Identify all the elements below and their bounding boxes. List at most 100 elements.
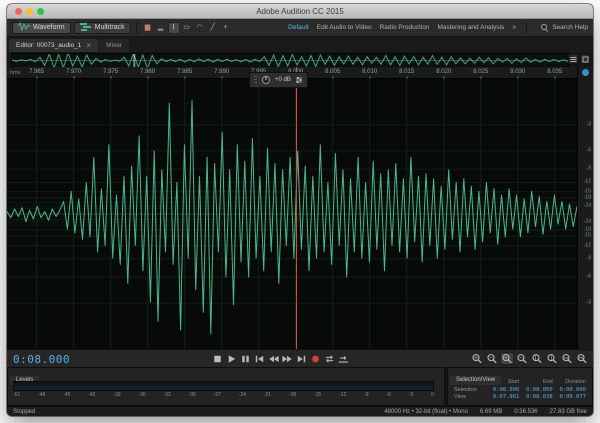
view-mode-buttons: Waveform Multitrack <box>12 22 131 34</box>
db-label: -12 <box>584 243 591 248</box>
svg-text:+: + <box>474 355 478 361</box>
selection-view-panel: Selection/View StartEndDurationSelection… <box>447 367 593 406</box>
amplitude-scale[interactable]: -3-3-6-6-9-9-12-12-15-15-18-18-24-24 <box>577 67 593 349</box>
svg-text:↔: ↔ <box>579 355 583 361</box>
workspace-divider <box>526 22 527 34</box>
workspace-tab-edit-audio-to-video[interactable]: Edit Audio to Video <box>317 24 372 31</box>
marquee-selection-tool-icon[interactable]: ▭ <box>181 22 193 34</box>
selview-col-duration: Duration <box>557 379 590 385</box>
hud-panel[interactable]: +0 dB <box>249 72 308 88</box>
time-display[interactable]: 0:08.000 <box>13 353 70 366</box>
zoom-out-time-button[interactable]: − <box>515 352 529 365</box>
multitrack-label: Multitrack <box>95 24 125 31</box>
waveform-icon <box>18 22 30 33</box>
overview-strip[interactable] <box>11 53 569 68</box>
workspace-tabs: Default Edit Audio to Video Radio Producti… <box>288 24 516 31</box>
workspace-overflow-button[interactable]: » <box>512 24 516 31</box>
loop-playback-button[interactable] <box>323 352 336 365</box>
ruler-tick: 7.970 <box>66 69 81 75</box>
spot-healing-brush-icon[interactable]: + <box>220 22 232 34</box>
search-help[interactable]: Search Help <box>541 24 588 32</box>
show-spectral-pitch-icon[interactable]: ▂ <box>155 22 167 34</box>
selection-view-grid: StartEndDurationSelection0:08.0000:08.00… <box>450 379 590 400</box>
level-scale-label: -39 <box>113 392 120 398</box>
panel-maximize-icon[interactable] <box>580 54 590 64</box>
db-label: -6 <box>587 148 591 153</box>
pause-button[interactable] <box>239 352 252 365</box>
rewind-button[interactable] <box>267 352 280 365</box>
status-file-duration: 0:36.536 <box>514 409 537 415</box>
zoom-selection-in-point-button[interactable]: [ <box>530 352 544 365</box>
db-label: -3 <box>587 301 591 306</box>
window-title: Adobe Audition CC 2015 <box>7 7 593 16</box>
selview-value: 0:00.077 <box>557 394 590 400</box>
ruler-tick: 7.990 <box>214 69 229 75</box>
selview-value: 0:08.038 <box>523 394 556 400</box>
record-button[interactable] <box>309 352 322 365</box>
zoom-to-selection-button[interactable]: ▭ <box>560 352 574 365</box>
svg-text:]: ] <box>550 355 552 361</box>
ruler-unit-label: hms <box>10 70 20 76</box>
svg-text:+: + <box>504 355 508 361</box>
status-free-space: 27.83 GB free <box>550 409 587 415</box>
status-bar: Stopped 48000 Hz • 32-bit (float) • Mono… <box>7 406 593 416</box>
overview-buttons <box>568 54 590 64</box>
level-scale-label: -48 <box>38 392 45 398</box>
editor-tab-label: Editor: 00073_audio_1 <box>16 42 81 49</box>
move-next-button[interactable] <box>295 352 308 365</box>
lasso-selection-tool-icon[interactable]: ◠ <box>194 22 206 34</box>
mixer-tab[interactable]: Mixer <box>99 39 129 52</box>
skip-selection-button[interactable] <box>337 352 350 365</box>
waveform-display[interactable] <box>7 79 577 349</box>
hud-settings-icon[interactable] <box>295 76 303 84</box>
title-bar: Adobe Audition CC 2015 <box>7 4 593 19</box>
levels-panel: Levels -51-48-45-42-39-36-33-30-27-24-21… <box>7 367 445 406</box>
editor-tab[interactable]: Editor: 00073_audio_1 × <box>9 39 98 52</box>
volume-knob-icon[interactable] <box>261 75 271 85</box>
level-scale-label: -27 <box>214 392 221 398</box>
waveform-view-button[interactable]: Waveform <box>12 22 71 34</box>
stop-button[interactable] <box>211 352 224 365</box>
db-label: -18 <box>584 196 591 201</box>
panel-tab-row: Editor: 00073_audio_1 × Mixer <box>7 37 593 52</box>
zoom-in-time-button[interactable]: + <box>500 352 514 365</box>
toolbar-divider <box>136 22 137 34</box>
playhead[interactable] <box>296 67 297 349</box>
workspace-tab-radio-production[interactable]: Radio Production <box>380 24 430 31</box>
multitrack-view-button[interactable]: Multitrack <box>74 22 131 34</box>
status-file-size: 6.69 MB <box>480 409 502 415</box>
zoom-out-amplitude-button[interactable]: − <box>485 352 499 365</box>
zoom-selection-out-point-button[interactable]: ] <box>545 352 559 365</box>
hud-grip[interactable] <box>254 76 257 85</box>
ruler-tick: 8.030 <box>510 69 525 75</box>
panel-menu-icon[interactable] <box>568 54 578 64</box>
workspace-tab-mastering-and-analysis[interactable]: Mastering and Analysis <box>437 24 504 31</box>
level-scale-label: -18 <box>289 392 296 398</box>
paintbrush-selection-tool-icon[interactable]: ╱ <box>207 22 219 34</box>
zoom-controls: +−+−[]▭↔ <box>470 352 589 365</box>
selview-row-label: Selection <box>450 387 490 393</box>
level-scale-label: -24 <box>239 392 246 398</box>
move-previous-button[interactable] <box>253 352 266 365</box>
ruler-tick: 8.010 <box>362 69 377 75</box>
level-scale-label: -45 <box>63 392 70 398</box>
main-toolbar: Waveform Multitrack ▆▂I▭◠╱+ Default Edit A… <box>7 19 593 37</box>
zoom-out-full-button[interactable]: ↔ <box>575 352 589 365</box>
close-icon[interactable]: × <box>86 41 91 50</box>
status-format: 48000 Hz • 32-bit (float) • Mono <box>384 409 468 415</box>
selview-value: 0:08.000 <box>490 387 523 393</box>
ruler-tick: 8.020 <box>436 69 451 75</box>
show-spectral-frequency-icon[interactable]: ▆ <box>142 22 154 34</box>
fast-forward-button[interactable] <box>281 352 294 365</box>
scale-options-button[interactable] <box>582 69 589 76</box>
selview-col-start: Start <box>490 379 523 385</box>
db-label: -15 <box>584 189 591 194</box>
mixer-tab-label: Mixer <box>106 42 122 49</box>
time-selection-tool-icon[interactable]: I <box>168 22 180 34</box>
zoom-in-amplitude-button[interactable]: + <box>470 352 484 365</box>
workspace-tab-default[interactable]: Default <box>288 24 309 31</box>
level-scale-label: -12 <box>339 392 346 398</box>
db-label: -9 <box>587 167 591 172</box>
level-scale-label: 0 <box>431 392 434 398</box>
play-button[interactable] <box>225 352 238 365</box>
